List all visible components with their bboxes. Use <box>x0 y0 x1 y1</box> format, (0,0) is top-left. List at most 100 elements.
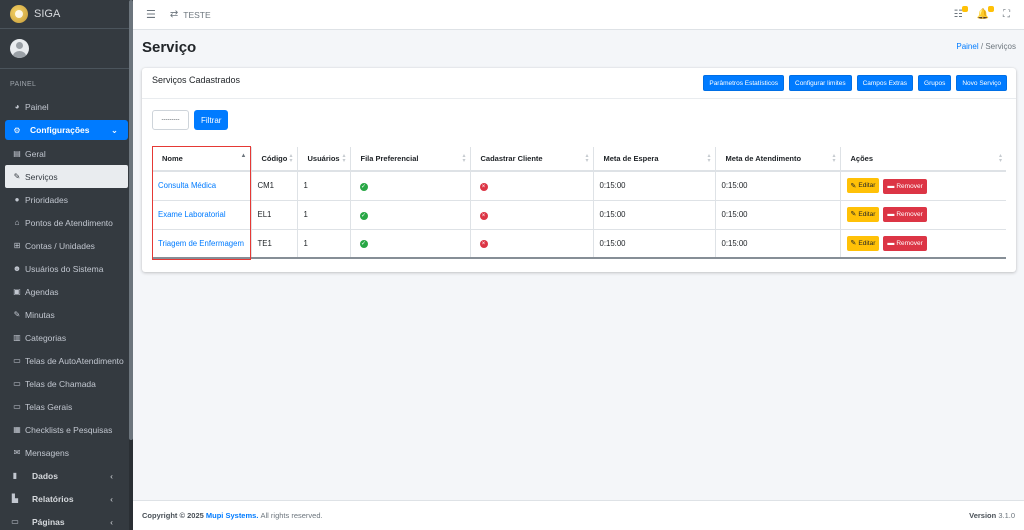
chevron-down-icon: ⌄ <box>110 124 118 135</box>
column-header-meta-atendimento[interactable]: Meta de Atendimento ▴ ▾ <box>715 147 841 172</box>
fullscreen-icon[interactable]: ⛶ <box>1003 9 1010 20</box>
times-circle-icon: × <box>479 182 488 191</box>
services-card: Serviços Cadastrados Parâmetros Estatíst… <box>142 68 1016 272</box>
sidebar-item-geral[interactable]: ▤ Geral <box>0 142 133 165</box>
sidebar-item-label: Telas Gerais <box>25 401 73 412</box>
avatar[interactable] <box>10 39 29 58</box>
company-link[interactable]: Mupi Systems. <box>206 511 259 520</box>
sidebar-item-label: Telas de Chamada <box>25 378 96 389</box>
bell-icon[interactable]: 🔔 <box>977 6 994 20</box>
notification-badge <box>988 6 994 12</box>
parametros-estatisticos-button[interactable]: Parâmetros Estatísticos <box>703 75 784 91</box>
remove-label: Remover <box>896 240 923 247</box>
top-navbar: ☰ ⇄ TESTE ☷ 🔔 ⛶ <box>133 0 1024 30</box>
sidebar-item-minutas[interactable]: ✎ Minutas <box>0 303 133 326</box>
column-header-label: Cadastrar Cliente <box>480 154 543 163</box>
notification-badge <box>961 6 968 12</box>
sidebar-item-agendas[interactable]: ▣ Agendas <box>0 280 133 303</box>
sort-icon: ▴ ▾ <box>289 153 293 164</box>
service-users: 1 <box>297 229 351 259</box>
scrollbar-thumb[interactable] <box>129 0 133 440</box>
sidebar-item-label: Checklists e Pesquisas <box>25 424 113 435</box>
column-header-nome[interactable]: Nome ▲ <box>152 147 252 172</box>
remove-button[interactable]: ▬ Remover <box>883 207 927 223</box>
version-label: Version <box>969 511 997 520</box>
column-header-usuarios[interactable]: Usuários ▴ ▾ <box>297 147 351 172</box>
remove-button[interactable]: ▬ Remover <box>883 236 927 251</box>
service-name-link[interactable]: Consulta Médica <box>152 171 252 201</box>
sidebar-item-label: Páginas <box>32 516 65 527</box>
service-code: CM1 <box>251 171 298 201</box>
edit-button[interactable]: ✎ Editar <box>846 178 880 193</box>
topbar-actions: ☷ 🔔 ⛶ <box>940 6 1010 20</box>
meta-espera: 0:15:00 <box>593 229 716 259</box>
actions-cell: ✎ Editar ▬ Remover <box>840 200 1006 230</box>
sidebar-item-label: Configurações <box>30 125 90 135</box>
edit-label: Editar <box>858 239 876 247</box>
edit-icon: ✎ <box>850 182 857 190</box>
column-header-label: Código <box>261 154 288 163</box>
envelope-icon: ✉ <box>13 448 21 457</box>
times-circle-icon: × <box>479 240 488 249</box>
edit-icon: ✎ <box>850 211 857 219</box>
sidebar-item-chamada[interactable]: ▭ Telas de Chamada <box>0 372 133 395</box>
environment-switch[interactable]: ⇄ TESTE <box>170 9 211 20</box>
service-code: TE1 <box>251 229 298 259</box>
campos-extras-button[interactable]: Campos Extras <box>856 75 914 91</box>
tasks-icon[interactable]: ☷ <box>954 6 968 20</box>
table-row: Consulta Médica CM1 1 ✓ × 0:15:00 0:15:0… <box>152 171 1006 201</box>
brand-link[interactable]: SIGA <box>0 0 133 29</box>
novo-servico-button[interactable]: Novo Serviço <box>956 75 1007 91</box>
meta-espera: 0:15:00 <box>593 200 716 230</box>
sidebar-item-dados[interactable]: ▮ Dados ‹ <box>0 464 133 487</box>
sidebar-item-checklists[interactable]: ▦ Checklists e Pesquisas <box>0 418 133 441</box>
filter-button[interactable]: Filtrar <box>194 110 229 130</box>
chevron-left-icon: ‹ <box>110 516 113 527</box>
check-circle-icon: ✓ <box>359 211 368 220</box>
edit-icon: ✎ <box>850 240 857 247</box>
column-header-acoes[interactable]: Ações ▴ ▾ <box>840 147 1006 172</box>
sidebar-item-painel[interactable]: ◕ Painel <box>0 95 133 118</box>
column-header-meta-espera[interactable]: Meta de Espera ▴ ▾ <box>593 147 716 172</box>
sidebar-item-label: Prioridades <box>25 194 68 205</box>
remove-button[interactable]: ▬ Remover <box>883 178 927 194</box>
address-book-icon: ▣ <box>13 287 21 296</box>
rights-text: All rights reserved. <box>260 511 323 520</box>
column-header-cadastrar-cliente[interactable]: Cadastrar Cliente ▴ ▾ <box>470 147 594 172</box>
sidebar-item-mensagens[interactable]: ✉ Mensagens <box>0 441 133 464</box>
sidebar-item-usuarios[interactable]: ☻ Usuários do Sistema <box>0 257 133 280</box>
times-circle-icon: × <box>479 211 488 220</box>
breadcrumb: Painel / Serviços <box>956 42 1016 51</box>
column-header-label: Fila Preferencial <box>360 154 419 163</box>
sidebar-item-servicos[interactable]: ✎ Serviços <box>5 165 128 188</box>
fila-preferencial-cell: ✓ <box>350 200 471 230</box>
sidebar-item-label: Categorias <box>25 332 67 343</box>
sort-asc-icon: ▲ <box>240 153 247 159</box>
column-header-fila-preferencial[interactable]: Fila Preferencial ▴ ▾ <box>350 147 471 172</box>
sidebar-item-pontos[interactable]: ⌂ Pontos de Atendimento <box>0 211 133 234</box>
sidebar-item-paginas[interactable]: ▭ Páginas ‹ <box>0 510 133 530</box>
service-name-link[interactable]: Exame Laboratorial <box>152 200 252 230</box>
services-table: Nome ▲ Código ▴ ▾ Usuários ▴ ▾ Fila Preferenc… <box>152 147 1006 259</box>
sidebar-item-relatorios[interactable]: ▙ Relatórios ‹ <box>0 487 133 510</box>
sidebar-item-configuracoes[interactable]: ⚙ Configurações ⌄ <box>5 120 128 140</box>
sidebar-item-autoatendimento[interactable]: ▭ Telas de AutoAtendimento <box>0 349 133 372</box>
filter-select[interactable]: --------- <box>152 110 189 130</box>
column-header-codigo[interactable]: Código ▴ ▾ <box>251 147 298 172</box>
sidebar-scrollbar[interactable] <box>129 0 133 530</box>
edit-button[interactable]: ✎ Editar <box>846 206 880 222</box>
service-name-link[interactable]: Triagem de Enfermagem <box>152 229 252 259</box>
breadcrumb-home[interactable]: Painel <box>956 42 978 51</box>
cogs-icon: ⚙ <box>13 125 21 135</box>
sidebar-item-prioridades[interactable]: ● Prioridades <box>0 188 133 211</box>
grupos-button[interactable]: Grupos <box>918 75 952 91</box>
sidebar-item-telas-gerais[interactable]: ▭ Telas Gerais <box>0 395 133 418</box>
hamburger-icon[interactable]: ☰ <box>146 8 156 21</box>
sidebar-item-categorias[interactable]: ▥ Categorias <box>0 326 133 349</box>
edit-button[interactable]: ✎ Editar <box>846 235 880 251</box>
configurar-limites-button[interactable]: Configurar limites <box>789 75 852 91</box>
version-info: Version 3.1.0 <box>969 511 1015 520</box>
sidebar-item-contas[interactable]: ⊞ Contas / Unidades <box>0 234 133 257</box>
actions-cell: ✎ Editar ▬ Remover <box>840 229 1006 259</box>
table-header-row: Nome ▲ Código ▴ ▾ Usuários ▴ ▾ Fila Preferenc… <box>152 147 1006 172</box>
